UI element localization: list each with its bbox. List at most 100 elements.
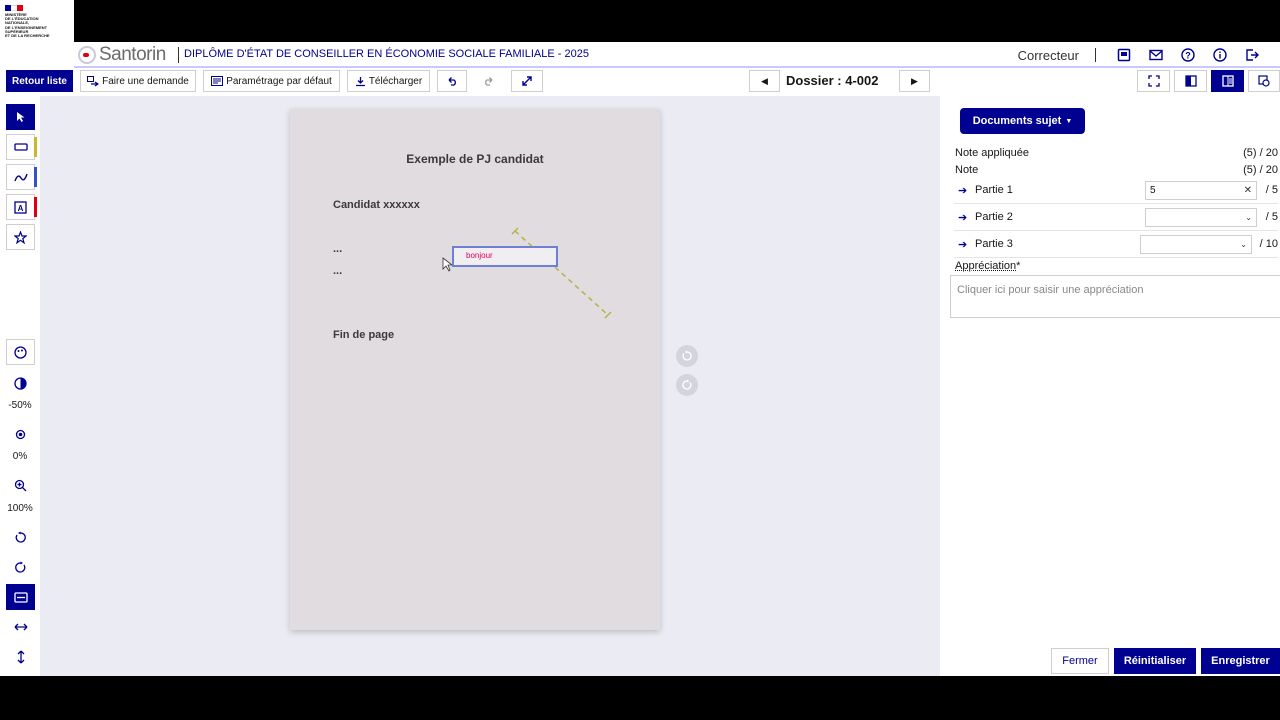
highlight-icon xyxy=(13,143,28,151)
redo-button[interactable] xyxy=(474,70,504,92)
part-label: Partie 1 xyxy=(975,184,1013,196)
pen-icon xyxy=(13,173,28,182)
flag-icon xyxy=(5,5,23,11)
part-max: / 10 xyxy=(1259,238,1278,250)
draw-color xyxy=(34,167,37,187)
appreciation-label: Appréciation* xyxy=(955,260,1020,272)
default-settings-label: Paramétrage par défaut xyxy=(226,75,332,87)
highlight-color xyxy=(34,137,37,157)
logout-icon[interactable] xyxy=(1244,47,1260,63)
close-button[interactable]: Fermer xyxy=(1051,648,1109,674)
required-marker: * xyxy=(1016,260,1021,272)
text-annotation[interactable]: bonjour xyxy=(452,246,558,267)
exam-title: DIPLÔME D'ÉTAT DE CONSEILLER EN ÉCONOMIE… xyxy=(184,48,589,60)
rotate-left-icon xyxy=(682,350,692,361)
reset-button[interactable]: Réinitialiser xyxy=(1114,648,1196,674)
brand-separator xyxy=(177,47,179,63)
text-box-icon: A xyxy=(14,200,27,214)
toolbar: Retour liste Faire une demande Paramétra… xyxy=(0,68,1280,96)
select-tool[interactable] xyxy=(6,104,35,130)
book-icon[interactable] xyxy=(1116,47,1132,63)
fit-page-button[interactable] xyxy=(6,584,35,610)
panel-view-button[interactable] xyxy=(1211,70,1244,92)
fit-view-button[interactable] xyxy=(1137,70,1170,92)
rotate-left-button[interactable] xyxy=(6,524,35,550)
star-icon xyxy=(14,230,27,244)
fit-icon xyxy=(1147,75,1160,87)
save-label: Enregistrer xyxy=(1211,655,1270,667)
appreciation-textarea[interactable]: Cliquer ici pour saisir une appréciation xyxy=(950,275,1280,318)
chevron-down-icon: ⌄ xyxy=(1240,240,1247,249)
part-row: ➔ Partie 2 ⌄ / 5 xyxy=(954,205,1278,231)
document-title: Exemple de PJ candidat xyxy=(406,152,544,166)
page-rotate-right-button[interactable] xyxy=(676,374,698,396)
default-settings-button[interactable]: Paramétrage par défaut xyxy=(203,70,340,92)
back-to-list-button[interactable]: Retour liste xyxy=(6,70,73,92)
dossier-label: Dossier : 4-002 xyxy=(786,73,879,88)
redo-icon xyxy=(485,77,493,86)
brand[interactable]: Santorin xyxy=(78,44,179,65)
zoom-control[interactable] xyxy=(6,472,35,498)
undo-button[interactable] xyxy=(437,70,467,92)
mail-icon[interactable] xyxy=(1148,47,1164,63)
part-row: ➔ Partie 1 5 ✕ / 5 xyxy=(954,178,1278,204)
panel-icon xyxy=(1221,75,1234,87)
previous-dossier-button[interactable]: ◀ xyxy=(749,70,780,92)
subject-documents-button[interactable]: Documents sujet ▼ xyxy=(960,108,1085,134)
grade-label: Note xyxy=(955,164,979,176)
back-to-list-label: Retour liste xyxy=(11,75,67,87)
reset-image-button[interactable] xyxy=(6,339,35,365)
part-3-grade-select[interactable]: ⌄ xyxy=(1140,235,1252,254)
clear-icon[interactable]: ✕ xyxy=(1244,182,1252,199)
arrow-right-icon: ➔ xyxy=(958,212,968,224)
contrast-control[interactable] xyxy=(6,370,35,396)
appreciation-placeholder: Cliquer ici pour saisir une appréciation xyxy=(957,284,1144,296)
zoom-icon xyxy=(14,479,27,491)
fit-width-button[interactable] xyxy=(6,614,35,640)
annotation-text: bonjour xyxy=(466,251,493,260)
logo-line: ET DE LA RECHERCHE xyxy=(5,33,50,39)
split-view-button[interactable] xyxy=(1174,70,1207,92)
next-dossier-button[interactable]: ▶ xyxy=(899,70,930,92)
make-request-button[interactable]: Faire une demande xyxy=(80,70,196,92)
fullscreen-button[interactable] xyxy=(511,70,543,92)
rotate-left-icon xyxy=(15,531,26,543)
history-view-button[interactable] xyxy=(1248,70,1280,92)
header-separator xyxy=(1095,48,1096,62)
save-button[interactable]: Enregistrer xyxy=(1201,648,1280,674)
santorin-logo-icon xyxy=(78,46,96,64)
highlight-tool[interactable] xyxy=(6,134,37,160)
candidate-label: Candidat xxxxxx xyxy=(333,199,420,211)
chevron-down-icon: ⌄ xyxy=(1245,213,1252,222)
grading-panel: Documents sujet ▼ Note appliquée (5) / 2… xyxy=(940,96,1280,676)
text-tool[interactable]: A xyxy=(6,194,37,220)
stamp-tool[interactable] xyxy=(6,224,35,250)
applied-grade-value: (5) / 20 xyxy=(1243,147,1278,159)
info-icon[interactable] xyxy=(1212,47,1228,63)
user-role: Correcteur xyxy=(1017,47,1079,63)
tool-rail: A -50% 0% 100% xyxy=(0,96,40,676)
grade-row: Note (5) / 20 xyxy=(955,164,1278,176)
arrow-right-icon: ➔ xyxy=(958,185,968,197)
document-line: ... xyxy=(333,243,343,255)
draw-tool[interactable] xyxy=(6,164,37,190)
fit-height-button[interactable] xyxy=(6,644,35,670)
part-1-grade-input[interactable]: 5 ✕ xyxy=(1145,181,1257,200)
annotation-connector xyxy=(442,227,612,319)
zoom-value: 100% xyxy=(7,503,33,514)
reset-label: Réinitialiser xyxy=(1123,655,1187,667)
applied-grade-label: Note appliquée xyxy=(955,147,1030,159)
brightness-control[interactable] xyxy=(6,421,35,447)
help-icon[interactable]: ? xyxy=(1180,47,1196,63)
svg-text:?: ? xyxy=(1185,51,1191,61)
download-button[interactable]: Télécharger xyxy=(347,70,430,92)
part-max: / 5 xyxy=(1265,211,1278,223)
text-color xyxy=(34,197,37,217)
undo-icon xyxy=(448,77,456,86)
page-rotate-left-button[interactable] xyxy=(676,345,698,367)
document-page[interactable]: Exemple de PJ candidat Candidat xxxxxx .… xyxy=(290,109,660,630)
rotate-right-button[interactable] xyxy=(6,554,35,580)
arrow-right-icon: ➔ xyxy=(958,239,968,251)
part-2-grade-select[interactable]: ⌄ xyxy=(1145,208,1257,227)
arrows-horizontal-icon xyxy=(14,623,27,631)
